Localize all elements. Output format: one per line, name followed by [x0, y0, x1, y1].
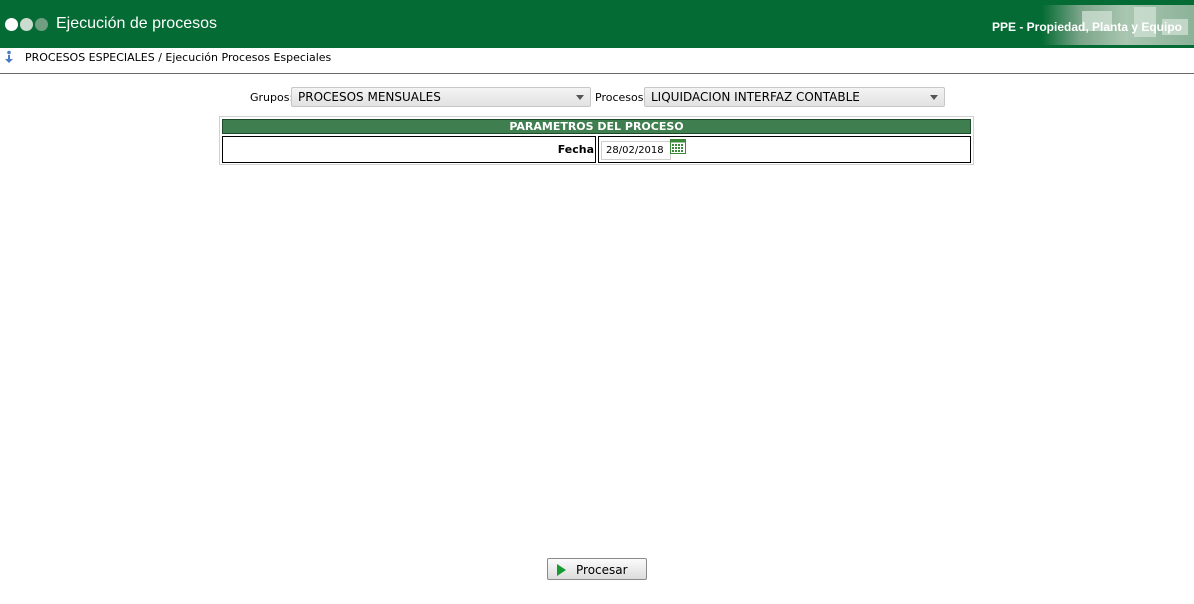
app-name: PPE - Propiedad, Planta y Equipo: [991, 20, 1182, 34]
breadcrumb-bar: PROCESOS ESPECIALES / Ejecución Procesos…: [0, 48, 1194, 74]
grupos-label: Grupos:: [250, 91, 294, 104]
chevron-down-icon: [576, 95, 584, 100]
dot-icon: [20, 18, 33, 31]
grupos-selected-value: PROCESOS MENSUALES: [298, 90, 441, 104]
procesos-selected-value: LIQUIDACION INTERFAZ CONTABLE: [651, 90, 860, 104]
process-parameters-panel: PARAMETROS DEL PROCESO Fecha 28/02/2018: [219, 116, 974, 165]
fecha-input[interactable]: 28/02/2018: [601, 141, 671, 160]
procesar-button[interactable]: Procesar: [547, 558, 647, 580]
fecha-label: Fecha: [222, 136, 596, 163]
window-dots: [5, 18, 48, 31]
chevron-down-icon: [930, 95, 938, 100]
dot-icon: [5, 18, 18, 31]
grupos-select[interactable]: PROCESOS MENSUALES: [291, 87, 591, 107]
app-header: Ejecución de procesos PPE - Propiedad, P…: [0, 0, 1194, 48]
procesos-select[interactable]: LIQUIDACION INTERFAZ CONTABLE: [644, 87, 945, 107]
breadcrumb: PROCESOS ESPECIALES / Ejecución Procesos…: [25, 51, 332, 64]
procesar-label: Procesar: [576, 563, 628, 577]
procesos-label: Procesos:: [595, 91, 648, 104]
play-icon: [557, 564, 566, 576]
dot-icon: [35, 18, 48, 31]
parameters-heading: PARAMETROS DEL PROCESO: [222, 119, 971, 134]
fecha-cell: 28/02/2018: [598, 136, 971, 163]
calendar-icon[interactable]: [670, 139, 686, 154]
info-down-arrow-icon: [5, 50, 13, 63]
page-title: Ejecución de procesos: [56, 15, 217, 32]
